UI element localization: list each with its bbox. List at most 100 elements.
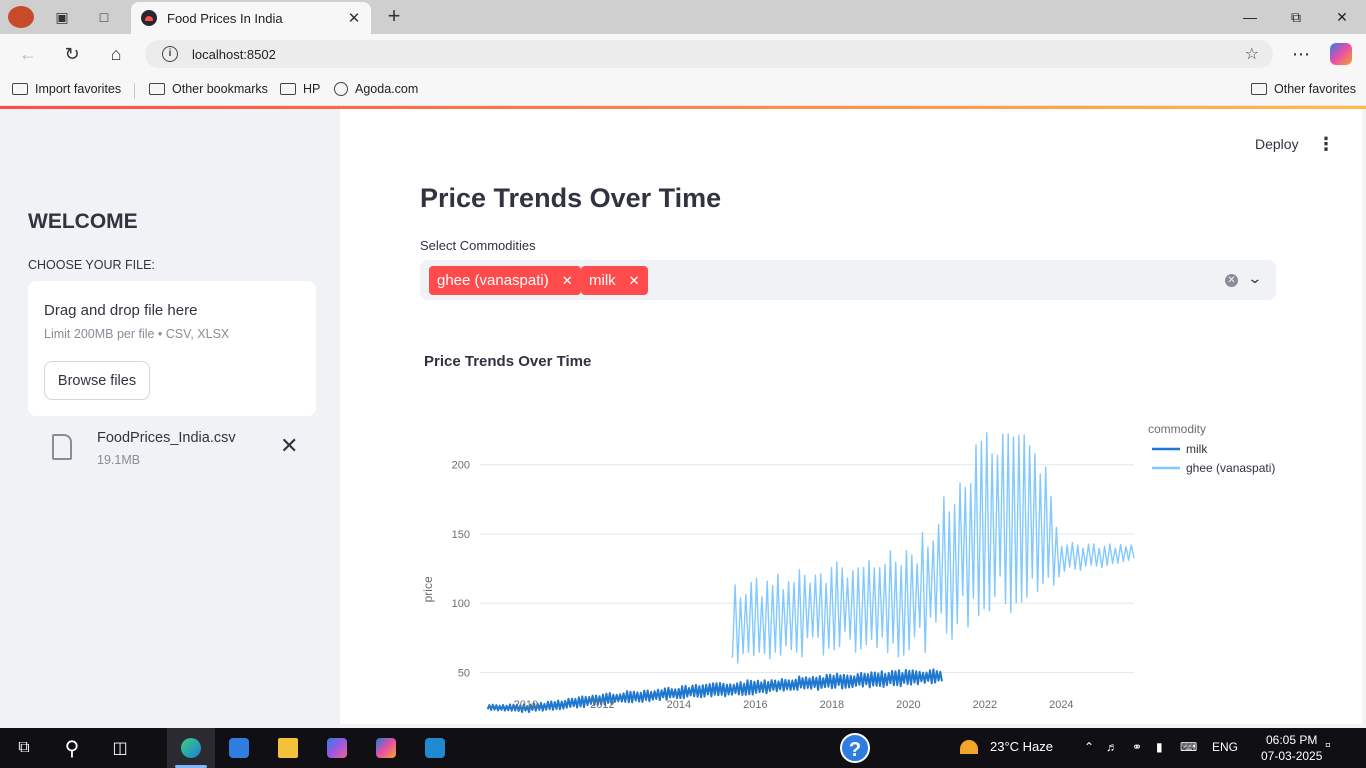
uploaded-file-name: FoodPrices_India.csv (97, 430, 236, 446)
file-uploader-label: CHOOSE YOUR FILE: (28, 258, 155, 272)
x-tick-label: 2020 (896, 699, 920, 711)
main-menu-icon[interactable]: ⋮ (1317, 135, 1335, 153)
price-trend-chart[interactable]: 50 100 150 200 2010 2012 2014 2016 2018 2020 2022 2… (418, 419, 1278, 724)
store-icon[interactable] (225, 734, 253, 762)
folder-icon (280, 83, 296, 95)
bookmark-divider (134, 83, 135, 99)
windows-taskbar: ⧉ ⚲ ◫ ? 23°C Haze ⌃ ♬ ⚭ ▮ ⌨ ENG 06:05 PM… (0, 728, 1366, 768)
series-line-ghee (731, 432, 1135, 664)
browser-tab[interactable]: Food Prices In India ✕ (131, 2, 371, 34)
chip-remove-icon[interactable]: ✕ (629, 273, 640, 289)
vscode-icon[interactable] (421, 734, 449, 762)
chip-milk[interactable]: milk ✕ (581, 266, 648, 295)
start-icon[interactable]: ⧉ (10, 734, 38, 762)
address-bar-row: ← ↻ ⌂ i localhost:8502 ☆ ⋯ (0, 34, 1366, 74)
deploy-button[interactable]: Deploy (1255, 136, 1299, 152)
x-tick-label: 2024 (1049, 699, 1073, 711)
dropzone-limit: Limit 200MB per file • CSV, XLSX (44, 327, 230, 341)
bookmark-hp[interactable]: HP (280, 82, 320, 96)
restore-icon[interactable]: ⧉ (1273, 4, 1319, 30)
help-icon[interactable]: ? (840, 733, 870, 763)
network-icon[interactable]: ⚭ (1132, 740, 1142, 754)
copilot-icon[interactable] (1330, 43, 1352, 65)
x-tick-label: 2012 (590, 699, 614, 711)
edge-icon[interactable] (177, 734, 205, 762)
site-info-icon[interactable]: i (162, 46, 178, 62)
profile-avatar-icon[interactable] (8, 6, 34, 28)
back-arrow-icon[interactable]: ← (15, 42, 41, 66)
chart-title: Price Trends Over Time (424, 353, 592, 370)
x-tick-label: 2014 (667, 699, 691, 711)
url-field[interactable]: i localhost:8502 ☆ (145, 40, 1273, 68)
file-icon (52, 434, 72, 460)
multiselect-label: Select Commodities (420, 238, 536, 253)
tab-title: Food Prices In India (167, 10, 283, 26)
tab-close-icon[interactable]: ✕ (343, 9, 365, 27)
chip-ghee[interactable]: ghee (vanaspati) ✕ (429, 266, 581, 295)
tab-actions-icon[interactable]: □ (93, 6, 115, 28)
x-tick-label: 2010 (514, 699, 538, 711)
x-tick-label: 2022 (973, 699, 997, 711)
bookmark-other-bookmarks[interactable]: Other bookmarks (149, 82, 268, 96)
language-indicator[interactable]: ENG (1212, 740, 1238, 754)
y-tick-label: 50 (458, 667, 470, 679)
folder-icon (149, 83, 165, 95)
page-title: Price Trends Over Time (420, 183, 722, 213)
import-icon (12, 83, 28, 95)
y-tick-label: 200 (452, 460, 470, 472)
globe-icon (334, 82, 348, 96)
keyboard-icon[interactable]: ⌨ (1180, 740, 1197, 754)
clear-all-icon[interactable]: ✕ (1225, 274, 1238, 287)
m365-icon[interactable] (323, 734, 351, 762)
main-content: Deploy ⋮ Price Trends Over Time Select C… (340, 109, 1362, 724)
url-text: localhost:8502 (192, 46, 276, 62)
task-view-icon[interactable]: ◫ (106, 734, 134, 762)
copilot-app-icon[interactable] (372, 734, 400, 762)
window-close-icon[interactable]: ✕ (1319, 4, 1365, 30)
workspaces-icon[interactable]: ▣ (51, 6, 73, 28)
chart-legend: commodity milk ghee (vanaspati) (1148, 422, 1275, 475)
refresh-icon[interactable]: ↻ (59, 42, 85, 66)
y-tick-label: 100 (452, 598, 470, 610)
sidebar: WELCOME CHOOSE YOUR FILE: Drag and drop … (3, 109, 340, 724)
file-dropzone[interactable]: Drag and drop file here Limit 200MB per … (28, 281, 316, 416)
favorite-star-icon[interactable]: ☆ (1245, 44, 1259, 64)
search-icon[interactable]: ⚲ (58, 734, 86, 762)
battery-icon[interactable]: ▮ (1156, 740, 1163, 754)
bookmark-agoda[interactable]: Agoda.com (334, 82, 418, 96)
dropzone-title: Drag and drop file here (44, 302, 198, 319)
more-options-icon[interactable]: ⋯ (1288, 42, 1314, 66)
system-clock[interactable]: 06:05 PM 07-03-2025 (1261, 732, 1322, 764)
browse-files-button[interactable]: Browse files (44, 361, 150, 400)
y-axis-title: price (421, 576, 435, 602)
bookmarks-bar: Import favorites Other bookmarks HP Agod… (0, 74, 1366, 106)
tray-overflow-icon[interactable]: ⌃ (1084, 740, 1094, 754)
legend-label: milk (1186, 442, 1208, 456)
new-tab-icon[interactable]: + (382, 5, 406, 29)
home-icon[interactable]: ⌂ (103, 42, 129, 66)
x-tick-label: 2016 (743, 699, 767, 711)
minimize-icon[interactable]: — (1227, 4, 1273, 30)
legend-label: ghee (vanaspati) (1186, 461, 1275, 475)
chip-remove-icon[interactable]: ✕ (562, 273, 573, 289)
weather-icon (960, 739, 978, 754)
remove-file-icon[interactable]: ✕ (280, 435, 298, 457)
commodity-multiselect[interactable]: ghee (vanaspati) ✕ milk ✕ ✕ ⌄ (420, 260, 1276, 300)
bookmark-import-favorites[interactable]: Import favorites (12, 82, 121, 96)
browser-tab-bar: ▣ □ Food Prices In India ✕ + — ⧉ ✕ (0, 0, 1366, 34)
uploaded-file-size: 19.1MB (97, 453, 141, 467)
legend-title: commodity (1148, 422, 1206, 436)
volume-icon[interactable]: ♬ (1106, 740, 1118, 754)
sidebar-heading: WELCOME (28, 210, 138, 233)
chevron-down-icon[interactable]: ⌄ (1247, 270, 1262, 287)
weather-widget[interactable]: 23°C Haze (960, 739, 1053, 754)
file-explorer-icon[interactable] (274, 734, 302, 762)
folder-icon (1251, 83, 1267, 95)
series-line-milk (486, 668, 943, 714)
notifications-icon[interactable]: ▫ (1325, 737, 1331, 755)
streamlit-logo-icon (141, 10, 157, 26)
chart-series-layer (486, 432, 1135, 714)
bookmark-other-favorites[interactable]: Other favorites (1251, 82, 1356, 96)
x-tick-label: 2018 (820, 699, 844, 711)
y-tick-label: 150 (452, 529, 470, 541)
